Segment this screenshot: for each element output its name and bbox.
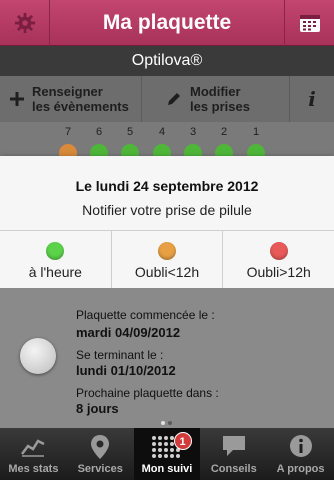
calendar-button[interactable] xyxy=(284,0,334,46)
plus-icon xyxy=(10,92,24,106)
next-value: 8 jours xyxy=(76,401,119,416)
started-value: mardi 04/09/2012 xyxy=(76,325,181,340)
pill-day-number: 2 xyxy=(221,126,228,138)
select-radio-button[interactable] xyxy=(20,338,56,374)
tab-mon-suivi[interactable]: 1 Mon suivi xyxy=(133,428,201,480)
ends-value: lundi 01/10/2012 xyxy=(76,363,176,378)
info-icon xyxy=(289,435,312,457)
info-icon: i xyxy=(308,87,316,111)
pill-day-number: 3 xyxy=(190,126,197,138)
option-missed-more-12h-label: Oubli>12h xyxy=(246,264,311,280)
add-events-label-line1: Renseigner xyxy=(32,84,103,99)
option-missed-less-12h-label: Oubli<12h xyxy=(134,264,200,280)
pill-day-number: 5 xyxy=(127,126,134,138)
calendar-icon xyxy=(299,15,320,32)
intake-notification-dialog: Le lundi 24 septembre 2012 Notifier votr… xyxy=(0,156,334,288)
tab-label: Services xyxy=(77,463,123,475)
started-label: Plaquette commencée le : xyxy=(76,308,215,322)
info-button[interactable]: i xyxy=(290,76,334,122)
plaquette-info-panel: Plaquette commencée le : mardi 04/09/201… xyxy=(0,288,334,428)
stats-icon xyxy=(21,439,45,457)
tab-mes-stats[interactable]: Mes stats xyxy=(0,428,67,480)
dialog-date: Le lundi 24 septembre 2012 xyxy=(75,178,259,194)
notification-badge: 1 xyxy=(173,432,192,450)
option-on-time-label: à l'heure xyxy=(28,264,82,280)
page-indicator-dot xyxy=(161,421,165,425)
page-title: Ma plaquette xyxy=(102,11,232,34)
modify-intakes-label-line2: les prises xyxy=(190,99,250,114)
gear-icon xyxy=(14,12,35,34)
pencil-icon xyxy=(168,93,180,105)
add-events-label-line2: les évènements xyxy=(32,99,129,114)
option-on-time[interactable]: à l'heure xyxy=(0,231,112,288)
action-toolbar: Renseigner les évènements Modifier les p… xyxy=(0,76,334,122)
tab-conseils[interactable]: Conseils xyxy=(200,428,267,480)
dialog-prompt: Notifier votre prise de pilule xyxy=(82,202,252,218)
ends-label: Se terminant le : xyxy=(76,348,164,362)
pill-day-number: 6 xyxy=(96,126,103,138)
next-label: Prochaine plaquette dans : xyxy=(76,386,219,400)
pill-days-row: 7 6 5 4 3 2 1 xyxy=(0,122,334,162)
tab-label: Mon suivi xyxy=(141,463,193,475)
pill-day-number: 1 xyxy=(253,126,260,138)
tab-services[interactable]: Services xyxy=(67,428,134,480)
tab-bar: Mes stats Services 1 Mon suivi Conseils xyxy=(0,428,334,480)
modify-intakes-label-line1: Modifier xyxy=(190,84,241,99)
chat-bubble-icon xyxy=(222,436,245,456)
red-dot-icon xyxy=(269,242,288,260)
pill-day-number: 4 xyxy=(159,126,166,138)
option-missed-more-12h[interactable]: Oubli>12h xyxy=(223,231,334,288)
green-dot-icon xyxy=(46,242,65,260)
tab-label: A propos xyxy=(276,463,325,475)
tab-a-propos[interactable]: A propos xyxy=(267,428,334,480)
map-pin-icon xyxy=(91,435,110,459)
pill-day-number: 7 xyxy=(65,126,72,138)
app-header: Ma plaquette xyxy=(0,0,334,46)
intake-options: à l'heure Oubli<12h Oubli>12h xyxy=(0,230,334,288)
settings-button[interactable] xyxy=(0,0,50,46)
page-indicator-dot xyxy=(168,421,172,425)
tab-label: Conseils xyxy=(210,463,257,475)
modify-intakes-button[interactable]: Modifier les prises xyxy=(142,76,290,122)
orange-dot-icon xyxy=(158,242,176,260)
tab-label: Mes stats xyxy=(8,463,59,475)
option-missed-less-12h[interactable]: Oubli<12h xyxy=(112,231,224,288)
add-events-button[interactable]: Renseigner les évènements xyxy=(0,76,142,122)
product-name: Optilova® xyxy=(0,46,334,76)
